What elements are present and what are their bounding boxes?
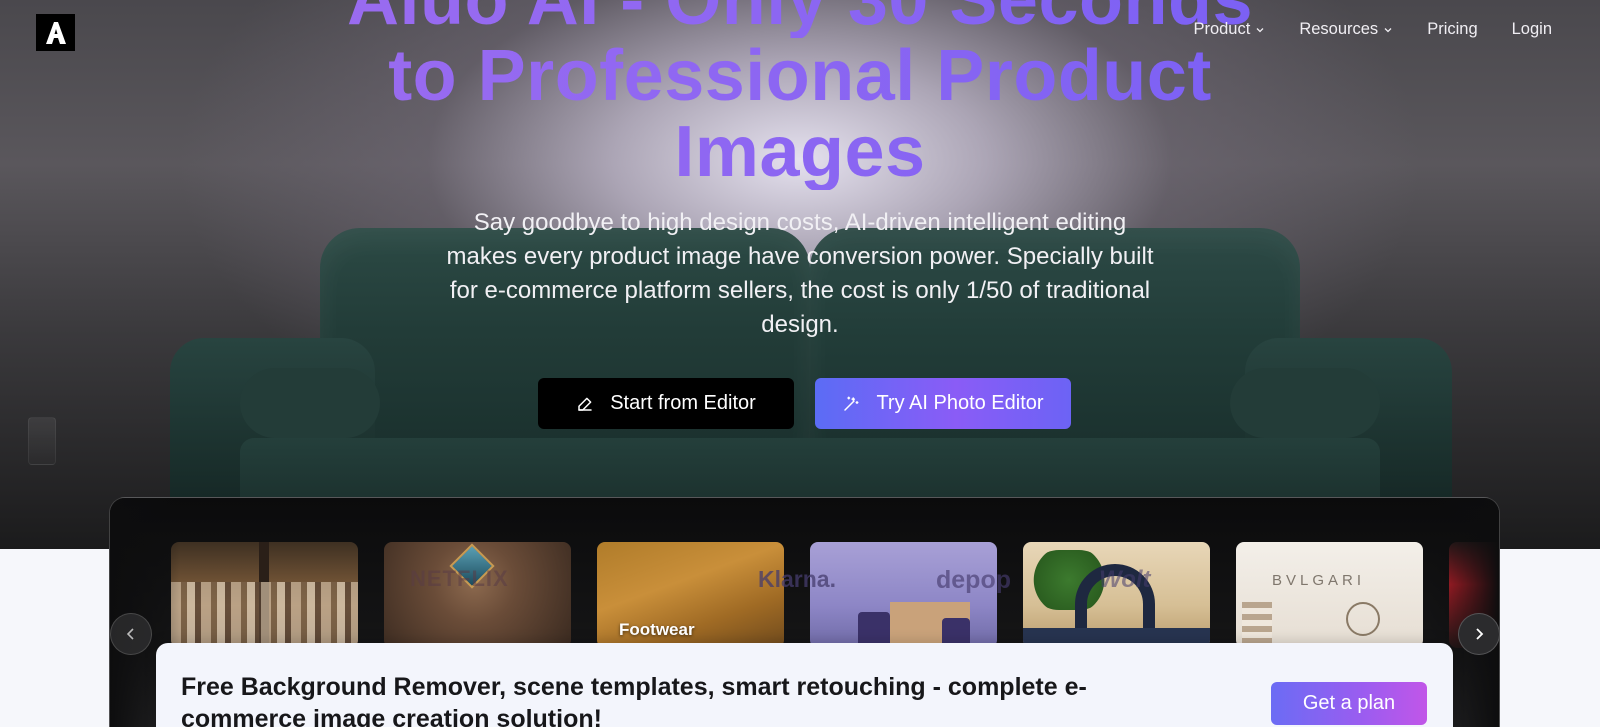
hero-section: Aiuo AI - Only 30 Seconds to Professiona… [0, 0, 1600, 549]
pencil-icon [578, 397, 592, 411]
carousel-card-jewelry[interactable] [384, 542, 571, 648]
nav-product-label: Product [1193, 20, 1251, 38]
nav-product[interactable]: Product [1193, 20, 1265, 39]
cta-text: Free Background Remover, scene templates… [181, 673, 1087, 727]
magic-wand-icon [844, 396, 859, 411]
headline-line-3: Images [300, 114, 1300, 190]
nav-pricing-label: Pricing [1427, 20, 1478, 38]
nav-resources-label: Resources [1299, 20, 1379, 38]
nav-login[interactable]: Login [1512, 20, 1552, 39]
wall-socket-decoration [28, 417, 56, 465]
carousel-card-footwear[interactable]: Footwear [597, 542, 784, 648]
start-from-editor-button[interactable]: Start from Editor [538, 378, 794, 429]
hero-subtitle: Say goodbye to high design costs, AI-dri… [446, 209, 1154, 338]
chevron-down-icon [1384, 27, 1392, 32]
nav-login-label: Login [1511, 20, 1552, 38]
top-navigation: Product Resources Pricing Login [1193, 20, 1552, 39]
carousel-card-apparel[interactable] [171, 542, 358, 648]
chevron-down-icon [1256, 27, 1264, 32]
nav-pricing[interactable]: Pricing [1427, 20, 1477, 39]
try-ai-photo-editor-label: Try AI Photo Editor [876, 392, 1044, 414]
carousel-card-electronics[interactable] [1023, 542, 1210, 648]
start-from-editor-label: Start from Editor [610, 392, 756, 414]
carousel-card-cosmetics[interactable] [810, 542, 997, 648]
carousel-card-home-decor[interactable] [1236, 542, 1423, 648]
hero-headline: Aiuo AI - Only 30 Seconds to Professiona… [300, 0, 1300, 190]
headline-line-2: to Professional Product [300, 38, 1300, 114]
chevron-left-icon [126, 628, 134, 640]
chevron-right-icon [1476, 628, 1484, 640]
carousel-prev-button[interactable] [110, 613, 152, 655]
nav-resources[interactable]: Resources [1299, 20, 1393, 39]
cta-card: Free Background Remover, scene templates… [156, 643, 1453, 727]
get-a-plan-button[interactable]: Get a plan [1271, 682, 1427, 725]
card-label-footwear: Footwear [619, 620, 695, 639]
logo-mark-icon [45, 21, 66, 44]
try-ai-photo-editor-button[interactable]: Try AI Photo Editor [815, 378, 1071, 429]
site-logo[interactable] [36, 14, 75, 51]
headline-line-1: Aiuo AI - Only 30 Seconds [300, 0, 1300, 38]
category-carousel: Footwear [110, 498, 1499, 658]
carousel-next-button[interactable] [1458, 613, 1500, 655]
